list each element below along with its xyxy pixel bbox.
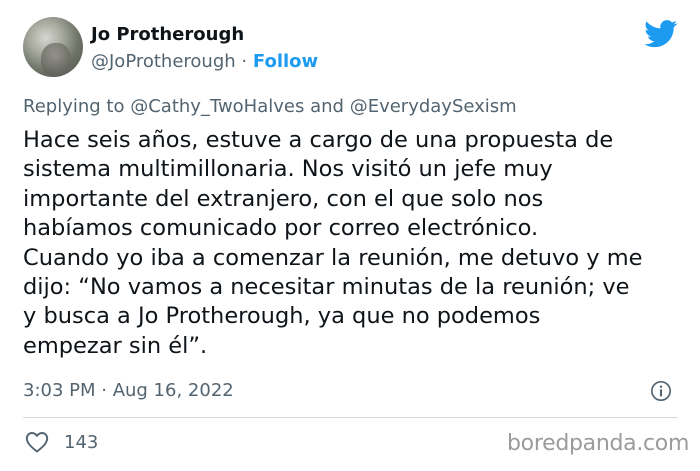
- author-handle[interactable]: @JoProtherough: [91, 51, 236, 72]
- like-count: 143: [64, 432, 99, 453]
- reply-conjunction: and: [310, 96, 344, 117]
- tweet-text: Hace seis años, estuve a cargo de una pr…: [23, 127, 643, 359]
- handle-separator: ·: [241, 51, 248, 72]
- reply-prefix: Replying to: [23, 96, 125, 117]
- author-name[interactable]: Jo Protherough: [91, 24, 244, 45]
- info-icon[interactable]: [650, 380, 672, 402]
- divider: [23, 417, 678, 418]
- watermark-text: boredpanda.com: [507, 431, 690, 456]
- reply-mention-link[interactable]: @EverydaySexism: [350, 96, 517, 117]
- author-handle-line: @JoProtherough · Follow: [91, 51, 318, 72]
- tweet-timestamp[interactable]: 3:03 PM · Aug 16, 2022: [23, 380, 234, 401]
- avatar[interactable]: [23, 17, 83, 77]
- follow-button[interactable]: Follow: [253, 51, 318, 72]
- reply-context: Replying to @Cathy_TwoHalves and @Everyd…: [23, 96, 517, 117]
- reply-mention-link[interactable]: @Cathy_TwoHalves: [130, 96, 304, 117]
- heart-icon[interactable]: [25, 431, 49, 453]
- twitter-bird-icon[interactable]: [644, 20, 678, 48]
